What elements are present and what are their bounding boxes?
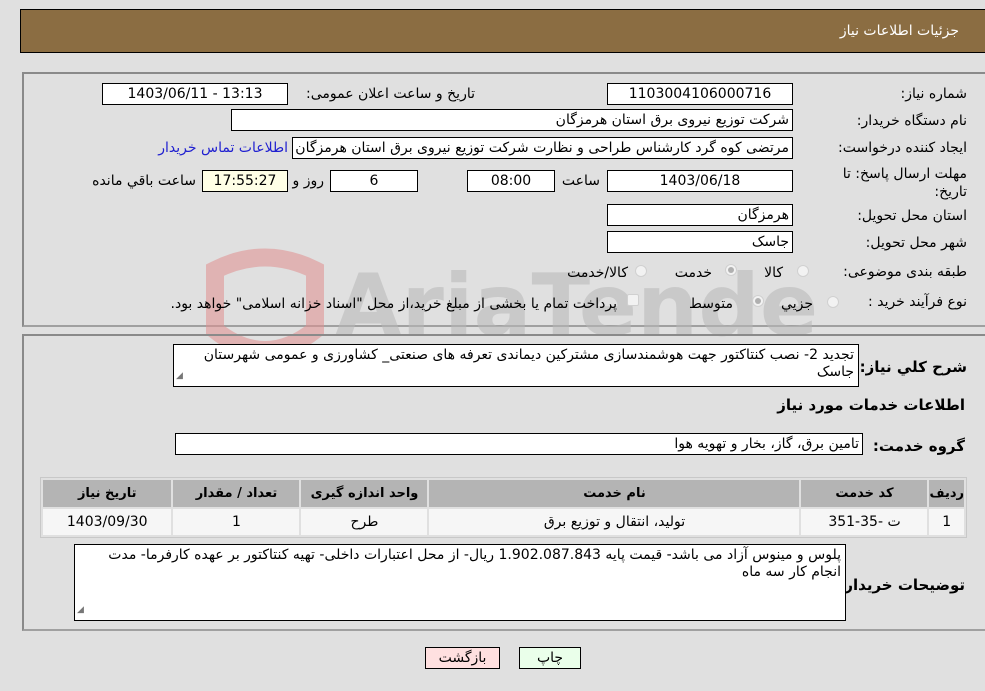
description-text: تجدید 2- نصب کنتاکتور جهت هوشمندسازی مشت…: [203, 347, 854, 380]
col-unit: واحد اندازه گیری: [301, 480, 428, 507]
buyer-contact-link[interactable]: اطلاعات تماس خریدار: [158, 140, 288, 156]
cell-unit: طرح: [301, 509, 428, 535]
category-radio-goods-service[interactable]: [635, 265, 647, 277]
service-group-field: تامین برق، گاز، بخار و تهویه هوا: [175, 433, 863, 455]
category-radio-goods[interactable]: [797, 265, 809, 277]
treasury-checkbox[interactable]: [627, 294, 639, 306]
deadline-date-field: 1403/06/18: [607, 170, 793, 192]
cell-service-name: تولید، انتقال و توزیع برق: [429, 509, 800, 535]
back-button[interactable]: بازگشت: [425, 647, 500, 669]
category-option-goods-service: کالا/خدمت: [567, 265, 628, 281]
buyer-org-label: نام دستگاه خریدار:: [856, 113, 967, 129]
requester-label: ایجاد کننده درخواست:: [838, 140, 967, 156]
announce-datetime-label: تاریخ و ساعت اعلان عمومی:: [306, 86, 475, 102]
cell-need-date: 1403/09/30: [43, 509, 172, 535]
remaining-time-label: ساعت باقي مانده: [92, 173, 196, 189]
col-service-name: نام خدمت: [429, 480, 800, 507]
deadline-label: مهلت ارسال پاسخ: تا تاریخ:: [842, 166, 967, 200]
need-number-field: 1103004106000716: [607, 83, 793, 105]
deadline-time-field: 08:00: [467, 170, 555, 192]
buyer-notes-field[interactable]: پلوس و مینوس آزاد می باشد- قیمت پایه 1.9…: [74, 544, 846, 621]
col-service-code: کد خدمت: [801, 480, 928, 507]
purchase-radio-medium[interactable]: [752, 295, 764, 307]
purchase-radio-minor[interactable]: [827, 296, 839, 308]
cell-quantity: 1: [173, 509, 300, 535]
page-header: جزئیات اطلاعات نیاز: [20, 9, 985, 53]
print-button[interactable]: چاپ: [519, 647, 581, 669]
services-section-title: اطلاعات خدمات مورد نیاز: [777, 396, 965, 414]
days-label: روز و: [292, 173, 325, 189]
city-field: جاسک: [607, 231, 793, 253]
announce-datetime-field: 1403/06/11 - 13:13: [102, 83, 288, 105]
province-field: هرمزگان: [607, 204, 793, 226]
category-radio-service[interactable]: [725, 264, 737, 276]
cell-row-number: 1: [929, 509, 964, 535]
purchase-option-minor: جزیي: [781, 296, 813, 312]
requester-field: مرتضی کوه گرد کارشناس طراحی و نظارت شرکت…: [292, 137, 793, 159]
table-header-row: ردیف کد خدمت نام خدمت واحد اندازه گیری ت…: [43, 480, 964, 507]
need-number-label: شماره نیاز:: [900, 86, 968, 102]
description-field[interactable]: تجدید 2- نصب کنتاکتور جهت هوشمندسازی مشت…: [173, 344, 859, 387]
resize-grip-icon[interactable]: ◢: [176, 368, 183, 385]
remaining-days-field: 6: [330, 170, 418, 192]
city-label: شهر محل تحویل:: [865, 235, 967, 251]
cell-service-code: ت -35-351: [801, 509, 928, 535]
category-option-service: خدمت: [674, 265, 712, 281]
purchase-type-label: نوع فرآیند خرید :: [868, 294, 967, 310]
deadline-time-label: ساعت: [561, 173, 600, 189]
category-label: طبقه بندی موضوعی:: [843, 264, 967, 280]
service-group-label: گروه خدمت:: [872, 437, 965, 455]
col-quantity: تعداد / مقدار: [173, 480, 300, 507]
province-label: استان محل تحویل:: [857, 208, 967, 224]
col-row-number: ردیف: [929, 480, 964, 507]
buyer-org-field: شرکت توزیع نیروی برق استان هرمزگان: [231, 109, 793, 131]
purchase-option-medium: متوسط: [689, 296, 733, 312]
buyer-notes-label: توضیحات خریدار:: [838, 576, 965, 594]
description-label: شرح کلي نياز:: [859, 358, 967, 376]
page-title: جزئیات اطلاعات نیاز: [839, 23, 959, 39]
services-table: ردیف کد خدمت نام خدمت واحد اندازه گیری ت…: [40, 477, 967, 538]
table-row: 1 ت -35-351 تولید، انتقال و توزیع برق طر…: [43, 509, 964, 535]
resize-grip-icon[interactable]: ◢: [77, 602, 84, 619]
category-option-goods: کالا: [764, 265, 783, 281]
col-need-date: تاریخ نیاز: [43, 480, 172, 507]
treasury-note: پرداخت تمام یا بخشی از مبلغ خرید،از محل …: [170, 296, 617, 312]
buyer-notes-text: پلوس و مینوس آزاد می باشد- قیمت پایه 1.9…: [108, 547, 841, 580]
remaining-time-field: 17:55:27: [202, 170, 288, 192]
